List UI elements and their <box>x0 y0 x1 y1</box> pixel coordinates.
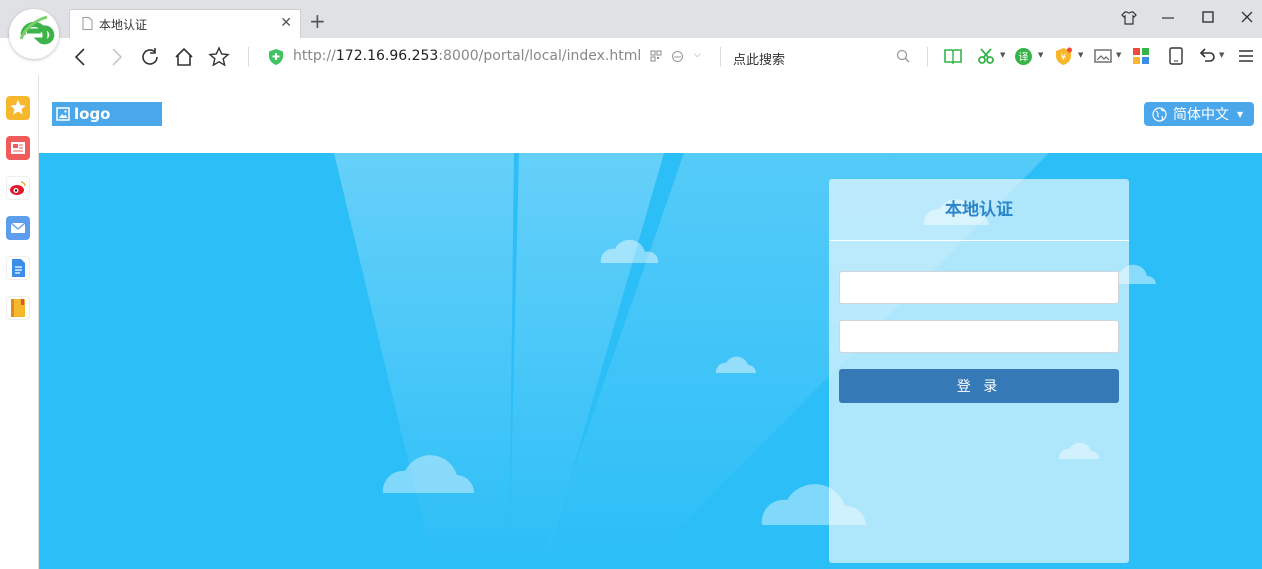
minimize-icon[interactable] <box>1161 10 1175 24</box>
undo-icon[interactable] <box>1198 47 1216 65</box>
page-header: logo 简体中文 ▼ <box>39 75 1262 153</box>
news-icon[interactable] <box>6 136 30 160</box>
login-panel: 本地认证 登 录 <box>829 179 1129 563</box>
weibo-icon[interactable] <box>6 176 30 200</box>
favorites-icon[interactable] <box>6 96 30 120</box>
toolbar-separator <box>927 47 928 67</box>
password-input[interactable] <box>839 320 1119 353</box>
money-icon[interactable]: ¥ <box>1054 47 1073 66</box>
chevron-down-icon: ▼ <box>1237 109 1244 119</box>
tablet-icon[interactable] <box>1168 47 1184 65</box>
username-input[interactable] <box>839 271 1119 304</box>
mail-icon[interactable] <box>6 216 30 240</box>
undo-dropdown-icon[interactable]: ▼ <box>1219 51 1224 59</box>
image-dropdown-icon[interactable]: ▼ <box>1116 51 1121 59</box>
toolbar-separator <box>248 47 249 67</box>
document-icon[interactable] <box>6 256 30 280</box>
language-label: 简体中文 <box>1173 107 1229 123</box>
svg-text:¥: ¥ <box>1061 53 1067 63</box>
url-prefix: http:// <box>293 48 336 64</box>
svg-text:译: 译 <box>1019 52 1029 64</box>
scissors-dropdown-icon[interactable]: ▼ <box>1000 51 1005 59</box>
star-icon[interactable] <box>208 46 230 68</box>
new-tab-icon[interactable]: + <box>309 9 326 33</box>
search-input[interactable]: 点此搜索 <box>733 49 785 68</box>
secure-shield-icon[interactable] <box>268 48 284 66</box>
tab-title: 本地认证 <box>99 18 148 32</box>
qr-icon[interactable] <box>650 50 662 62</box>
language-select[interactable]: 简体中文 ▼ <box>1144 102 1254 126</box>
logo-text: logo <box>74 105 111 123</box>
translate-icon[interactable]: 译 <box>1014 47 1033 66</box>
hero-background: 本地认证 登 录 <box>39 153 1262 569</box>
menu-icon[interactable] <box>1238 47 1254 65</box>
forward-icon[interactable] <box>105 46 127 68</box>
toolbar-separator <box>720 47 721 67</box>
scissors-icon[interactable] <box>977 47 997 65</box>
back-icon[interactable] <box>70 46 92 68</box>
translate-dropdown-icon[interactable]: ▼ <box>1038 51 1043 59</box>
logo: logo <box>52 102 162 126</box>
panel-divider <box>829 240 1129 241</box>
url-path: :8000/portal/local/index.html <box>438 48 642 64</box>
navigation-bar: http://172.16.96.253:8000/portal/local/i… <box>0 38 1262 75</box>
panel-title: 本地认证 <box>945 200 1013 220</box>
url-host: 172.16.96.253 <box>335 48 439 64</box>
home-icon[interactable] <box>173 46 195 68</box>
tab-active[interactable]: 本地认证 ✕ <box>69 9 301 39</box>
login-button[interactable]: 登 录 <box>839 369 1119 403</box>
maximize-icon[interactable] <box>1201 10 1215 24</box>
reader-icon[interactable] <box>943 47 963 65</box>
money-dropdown-icon[interactable]: ▼ <box>1078 51 1083 59</box>
search-icon[interactable] <box>896 49 910 63</box>
globe-icon <box>1152 106 1167 122</box>
image-icon[interactable] <box>1093 47 1113 65</box>
tab-close-icon[interactable]: ✕ <box>280 16 292 30</box>
browser-logo-icon[interactable] <box>9 9 59 59</box>
apps-icon[interactable] <box>1132 47 1150 65</box>
skin-icon[interactable] <box>1121 10 1137 26</box>
browser-sidebar <box>0 75 39 569</box>
reload-icon[interactable] <box>139 46 161 68</box>
portal-page: logo 简体中文 ▼ 本地认证 登 录 <box>39 75 1262 569</box>
notebook-icon[interactable] <box>6 296 30 320</box>
browser-chrome: 本地认证 ✕ + http://172.16.96.253:8000/porta… <box>0 0 1262 75</box>
compat-mode-icon[interactable] <box>671 50 684 63</box>
compat-dropdown-icon[interactable]: ⌵ <box>694 50 701 60</box>
close-window-icon[interactable] <box>1240 10 1254 24</box>
page-icon <box>82 17 93 30</box>
address-bar[interactable]: http://172.16.96.253:8000/portal/local/i… <box>293 48 641 64</box>
image-icon <box>56 107 70 121</box>
